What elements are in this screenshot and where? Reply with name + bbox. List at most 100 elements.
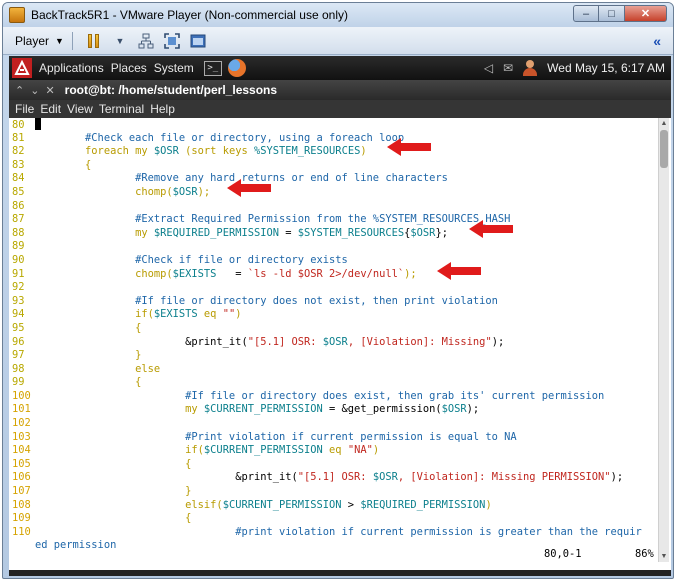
menu-file[interactable]: File <box>15 102 34 116</box>
code-token: , [Violation]: Missing" <box>347 335 492 348</box>
line-number: 98 <box>12 362 25 375</box>
menu-terminal[interactable]: Terminal <box>99 102 144 116</box>
code-token: foreach my <box>85 145 154 158</box>
code-line: 98 else <box>9 363 657 377</box>
pause-icon <box>87 33 101 48</box>
close-button[interactable]: ✕ <box>625 5 667 22</box>
code-token: #Remove any hard returns or end of line … <box>135 172 448 185</box>
code-token: { <box>135 376 142 389</box>
line-number: 83 <box>12 158 25 171</box>
terminal-title-bar: ⌃ ⌄ ✕ root@bt: /home/student/perl_lesson… <box>9 80 671 100</box>
menu-edit[interactable]: Edit <box>40 102 61 116</box>
chevron-up-icon[interactable]: ⌃ <box>15 84 24 97</box>
code-line: 107 } <box>9 485 657 499</box>
code-token: #Extract Required Permission from the %S… <box>135 213 511 226</box>
code-line: 87 #Extract Required Permission from the… <box>9 213 657 227</box>
line-number: 86 <box>12 199 25 212</box>
code-line: 88 my $REQUIRED_PERMISSION = $SYSTEM_RES… <box>9 227 657 241</box>
code-token: { <box>135 321 142 334</box>
line-number: 100 <box>12 389 31 402</box>
line-number: 105 <box>12 457 31 470</box>
scrollbar-thumb[interactable] <box>660 130 668 168</box>
vim-status-line: 80,0-1 86% <box>9 548 657 562</box>
terminal-launcher-icon[interactable]: >_ <box>203 60 222 76</box>
code-token: $CURRENT_PERMISSION <box>203 403 323 416</box>
code-line: 109 { <box>9 512 657 526</box>
code-token: } <box>185 485 192 498</box>
line-number: 94 <box>12 308 25 321</box>
line-number: 85 <box>12 185 25 198</box>
scroll-down-arrow-icon[interactable]: ▼ <box>659 551 669 562</box>
code-token: if( <box>135 308 154 321</box>
maximize-button[interactable]: □ <box>599 5 625 22</box>
code-token: "" <box>222 308 236 321</box>
code-token: $SYSTEM_RESOURCES <box>297 226 405 239</box>
user-icon[interactable] <box>523 60 538 76</box>
system-menu[interactable]: System <box>154 61 194 75</box>
code-line: 106 &print_it("[5.1] OSR: $OSR, [Violati… <box>9 471 657 485</box>
code-token: $OSR <box>322 335 348 348</box>
code-token: { <box>85 158 92 171</box>
code-token: ); <box>491 335 505 348</box>
annotation-arrow-icon <box>227 179 271 197</box>
player-menu-label: Player <box>15 33 50 48</box>
backtrack-logo-icon[interactable] <box>12 58 32 78</box>
scroll-up-arrow-icon[interactable]: ▲ <box>659 118 669 129</box>
menu-view[interactable]: View <box>67 102 93 116</box>
speaker-icon[interactable]: ◁ <box>484 61 493 75</box>
close-icon[interactable]: ✕ <box>45 84 54 97</box>
line-number: 109 <box>12 512 31 525</box>
unity-mode-icon[interactable] <box>190 33 206 49</box>
code-line: 102 <box>9 417 657 431</box>
code-token: = <box>216 267 248 280</box>
terminal-scrollbar[interactable]: ▲ ▼ <box>658 118 669 562</box>
code-token: = &get_permission( <box>322 403 442 416</box>
line-number: 96 <box>12 335 25 348</box>
code-token: $CURRENT_PERMISSION <box>203 444 323 457</box>
fullscreen-icon[interactable] <box>164 32 180 49</box>
code-token: #Check each file or directory, using a f… <box>85 131 405 144</box>
code-token: { <box>185 512 192 525</box>
code-token: $EXISTS <box>172 267 217 280</box>
toolbar-divider <box>71 31 73 50</box>
chevron-down-icon[interactable]: ⌄ <box>30 84 39 97</box>
code-token: $CURRENT_PERMISSION <box>222 498 342 511</box>
code-line: 81 #Check each file or directory, using … <box>9 132 657 146</box>
network-devices-icon[interactable] <box>138 33 154 49</box>
code-token: ) <box>235 308 242 321</box>
text-cursor <box>35 118 41 130</box>
code-token: %SYSTEM_RESOURCES <box>253 145 361 158</box>
code-token: eq <box>197 308 223 321</box>
line-number: 97 <box>12 349 25 362</box>
line-number: 106 <box>12 471 31 484</box>
mail-icon[interactable]: ✉ <box>503 61 513 75</box>
vim-buffer[interactable]: 80 81 #Check each file or directory, usin… <box>9 118 657 562</box>
pause-dropdown-icon[interactable]: ▼ <box>112 33 128 49</box>
code-line: 96 &print_it("[5.1] OSR: $OSR, [Violatio… <box>9 336 657 350</box>
places-menu[interactable]: Places <box>111 61 147 75</box>
pause-button[interactable] <box>86 33 102 49</box>
collapse-toolbar-icon[interactable]: « <box>653 33 661 49</box>
terminal-text-area[interactable]: 80 81 #Check each file or directory, usin… <box>9 118 671 570</box>
annotation-arrow-icon <box>469 220 513 238</box>
clock[interactable]: Wed May 15, 6:17 AM <box>547 61 665 75</box>
firefox-launcher-icon[interactable] <box>227 59 246 77</box>
line-number: 93 <box>12 294 25 307</box>
code-token: $OSR <box>372 471 398 484</box>
menu-help[interactable]: Help <box>150 102 175 116</box>
line-number: 102 <box>12 417 31 430</box>
annotation-arrow-icon <box>387 138 431 156</box>
code-token: "[5.1] OSR: <box>297 471 373 484</box>
applications-menu[interactable]: Applications <box>39 61 104 75</box>
player-menu[interactable]: Player ▼ <box>15 34 64 48</box>
line-number: 89 <box>12 240 25 253</box>
minimize-button[interactable]: – <box>573 5 599 22</box>
